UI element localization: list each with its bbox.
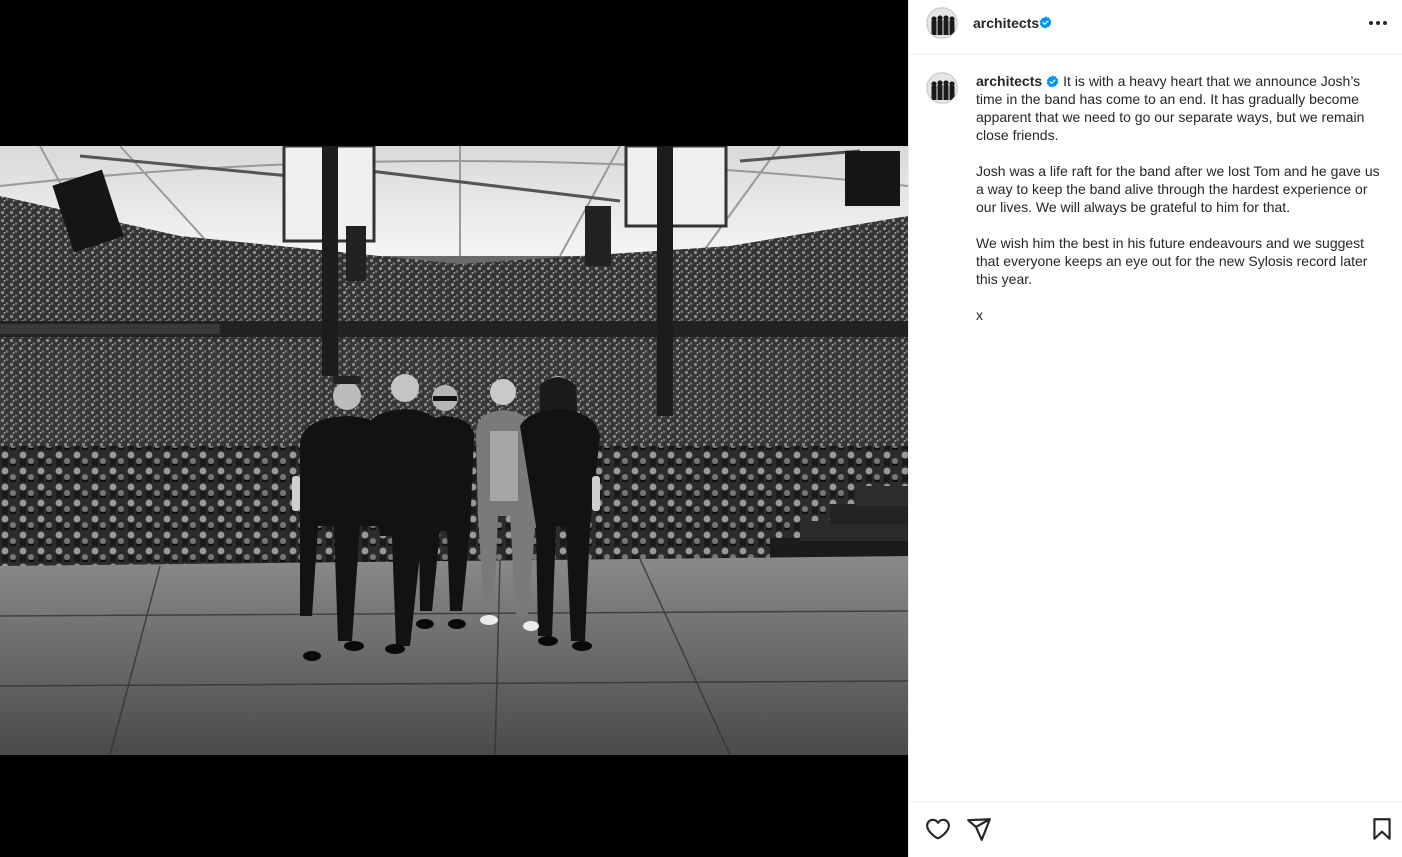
caption-paragraph-1: architects It is with a heavy heart that… [976, 72, 1380, 144]
bookmark-icon[interactable] [1369, 816, 1395, 842]
caption-paragraph-3: We wish him the best in his future endea… [976, 235, 1368, 287]
comments-area: architects It is with a heavy heart that… [909, 55, 1402, 801]
post-caption: architects It is with a heavy heart that… [976, 72, 1380, 342]
band-on-stage-photo [0, 146, 908, 755]
post-side-panel: architects architects It is with a heavy… [908, 0, 1402, 857]
post-header: architects [909, 0, 1402, 55]
heart-icon[interactable] [925, 816, 951, 842]
caption-avatar[interactable] [926, 72, 958, 104]
paper-plane-icon[interactable] [966, 816, 992, 842]
post-actions [909, 801, 1402, 857]
avatar[interactable] [926, 7, 958, 39]
instagram-post: architects architects It is with a heavy… [0, 0, 1402, 857]
header-username[interactable]: architects [973, 15, 1039, 31]
caption-paragraph-2: Josh was a life raft for the band after … [976, 163, 1380, 215]
post-photo[interactable] [0, 146, 908, 755]
more-options-icon[interactable] [1365, 14, 1391, 32]
caption-username[interactable]: architects [976, 73, 1042, 89]
caption-paragraph-4: x [976, 307, 983, 323]
post-media [0, 0, 908, 857]
verified-badge-icon [1046, 75, 1059, 88]
verified-badge-icon [1039, 16, 1052, 29]
